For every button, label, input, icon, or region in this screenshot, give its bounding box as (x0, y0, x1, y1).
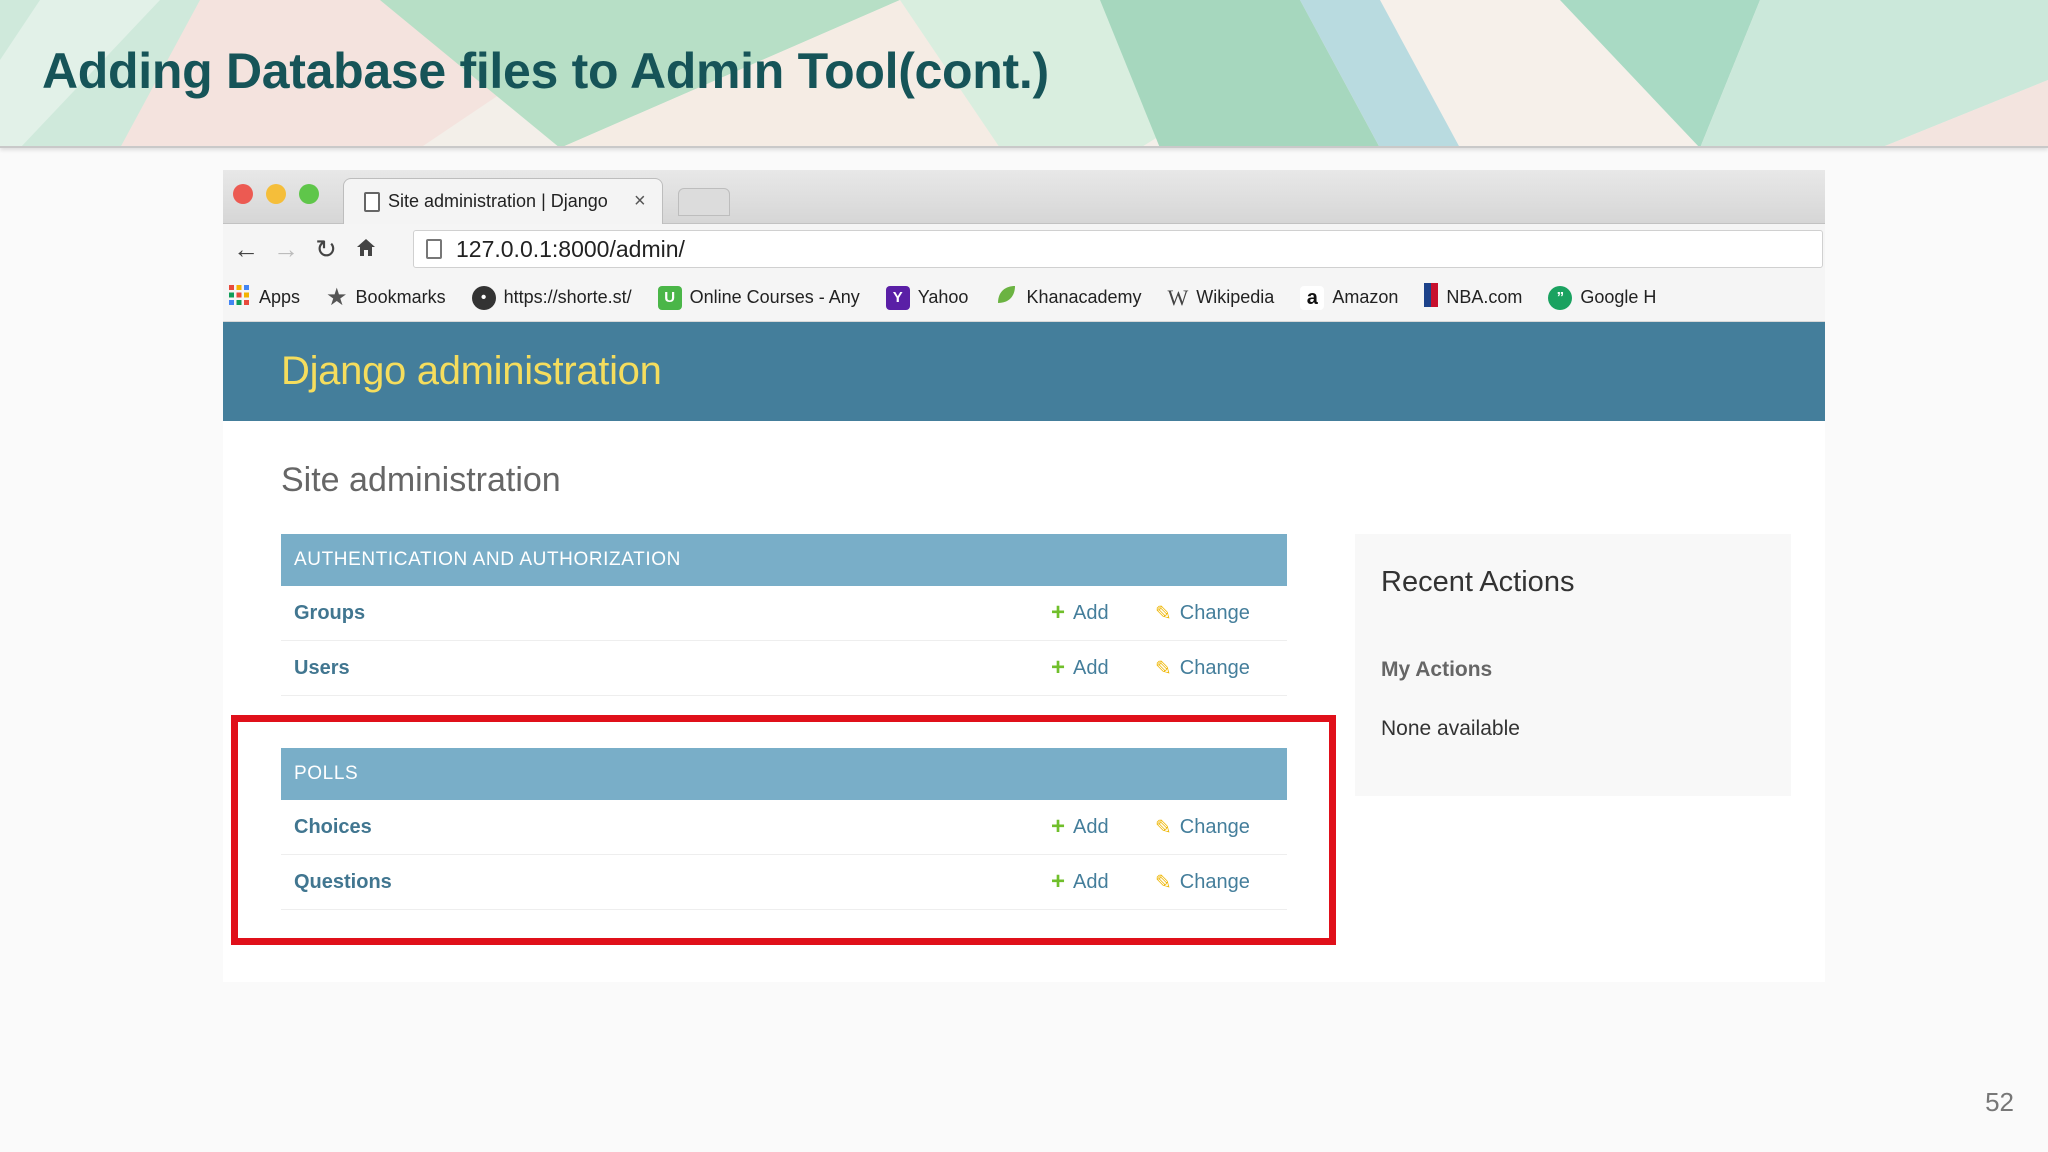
home-icon[interactable] (349, 234, 383, 265)
document-icon (364, 191, 380, 212)
add-label: Add (1073, 656, 1109, 679)
highlight-box (231, 715, 1336, 945)
bookmark-label: Amazon (1332, 287, 1399, 307)
change-link[interactable]: ✎ Change (1155, 656, 1250, 681)
amazon-logo-icon: a (1300, 285, 1325, 310)
tab-close-icon[interactable]: × (634, 190, 646, 213)
django-brand[interactable]: Django administration (281, 349, 662, 394)
model-row-users: Users + Add ✎ Change (281, 641, 1287, 696)
bookmark-label: Wikipedia (1196, 287, 1275, 307)
pencil-icon: ✎ (1155, 657, 1172, 680)
minimize-window-button[interactable] (266, 184, 286, 204)
bookmark-shortest[interactable]: • https://shorte.st/ (471, 285, 632, 310)
module-auth: AUTHENTICATION AND AUTHORIZATION Groups … (281, 534, 1287, 696)
my-actions-heading: My Actions (1381, 658, 1493, 681)
tab-title: Site administration | Django (388, 191, 608, 211)
model-link[interactable]: Users (294, 657, 350, 680)
model-row-groups: Groups + Add ✎ Change (281, 586, 1287, 641)
reload-icon[interactable]: ↻ (309, 234, 343, 265)
change-link[interactable]: ✎ Change (1155, 601, 1250, 626)
bookmark-label: https://shorte.st/ (503, 287, 632, 307)
bookmark-amazon[interactable]: a Amazon (1300, 285, 1399, 310)
bookmark-khanacademy[interactable]: Khanacademy (994, 283, 1142, 312)
model-link[interactable]: Groups (294, 602, 365, 625)
back-arrow-icon[interactable]: ← (229, 234, 263, 265)
url-text: 127.0.0.1:8000/admin/ (456, 235, 685, 262)
tab-bar: Site administration | Django × (223, 170, 1825, 224)
forward-arrow-icon[interactable]: → (269, 234, 303, 265)
bookmark-label: NBA.com (1446, 287, 1523, 307)
bookmark-google-hangouts[interactable]: ” Google H (1548, 285, 1657, 310)
bookmark-label: Online Courses - Any (689, 287, 860, 307)
udemy-logo-icon: U (657, 285, 682, 310)
site-title: Site administration (281, 461, 561, 499)
bookmark-label: Khanacademy (1026, 287, 1142, 307)
star-icon: ★ (326, 284, 348, 311)
new-tab-button[interactable] (678, 188, 730, 216)
hangouts-icon: ” (1548, 285, 1573, 310)
module-caption[interactable]: AUTHENTICATION AND AUTHORIZATION (281, 534, 1287, 586)
yahoo-logo-icon: Y (885, 285, 910, 310)
change-label: Change (1179, 656, 1250, 679)
bookmark-yahoo[interactable]: Y Yahoo (885, 285, 969, 310)
add-link[interactable]: + Add (1051, 654, 1109, 682)
bookmark-bookmarks[interactable]: ★ Bookmarks (326, 283, 446, 312)
plus-icon: + (1051, 599, 1066, 626)
add-link[interactable]: + Add (1051, 599, 1109, 627)
apps-grid-icon (227, 283, 251, 312)
wikipedia-logo-icon: W (1167, 284, 1189, 310)
recent-actions-title: Recent Actions (1381, 566, 1575, 598)
browser-tab[interactable]: Site administration | Django × (343, 178, 663, 224)
bookmarks-bar: Apps ★ Bookmarks • https://shorte.st/ U … (223, 274, 1825, 322)
bookmark-apps[interactable]: Apps (227, 283, 300, 312)
bookmark-label: Apps (259, 287, 301, 307)
bookmark-nba[interactable]: NBA.com (1424, 283, 1522, 312)
address-bar[interactable]: 127.0.0.1:8000/admin/ (413, 230, 1823, 268)
maximize-window-button[interactable] (299, 184, 319, 204)
nba-logo-icon (1424, 283, 1439, 312)
add-label: Add (1073, 601, 1109, 624)
slide-header: Adding Database files to Admin Tool(cont… (0, 0, 2048, 148)
none-available-text: None available (1381, 717, 1520, 740)
recent-actions-panel: Recent Actions My Actions None available (1355, 534, 1791, 796)
slide-title: Adding Database files to Admin Tool(cont… (42, 43, 1049, 99)
bookmark-label: Google H (1580, 287, 1657, 307)
page-icon (426, 239, 442, 259)
plus-icon: + (1051, 654, 1066, 681)
shortest-logo-icon: • (471, 285, 496, 310)
khan-leaf-icon (994, 283, 1018, 312)
browser-toolbar: ← → ↻ 127.0.0.1:8000/admin/ (223, 224, 1825, 274)
django-header: Django administration (223, 322, 1825, 421)
bookmark-label: Bookmarks (355, 287, 446, 307)
page-number: 52 (1985, 1087, 2014, 1117)
bookmark-label: Yahoo (917, 287, 969, 307)
close-window-button[interactable] (233, 184, 253, 204)
change-label: Change (1179, 601, 1250, 624)
pencil-icon: ✎ (1155, 602, 1172, 625)
bookmark-online-courses[interactable]: U Online Courses - Any (657, 285, 860, 310)
bookmark-wikipedia[interactable]: W Wikipedia (1168, 285, 1275, 311)
